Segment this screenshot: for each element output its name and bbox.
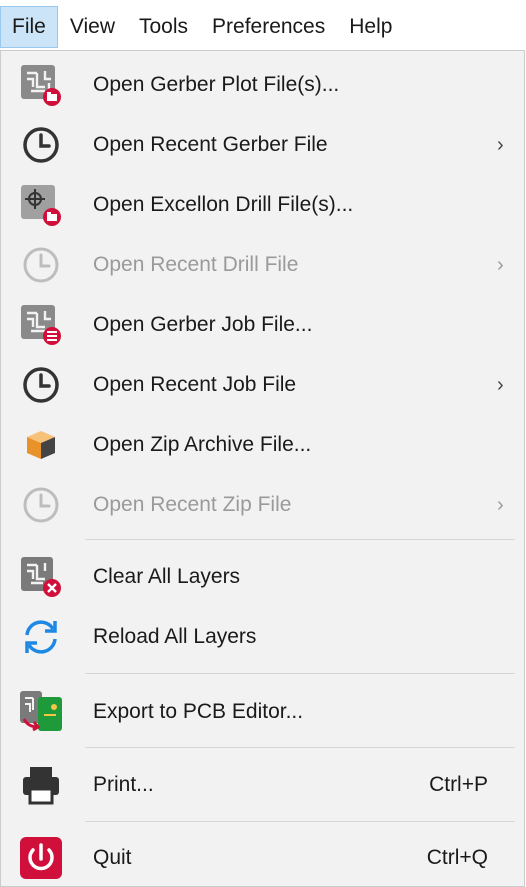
clear-layers-icon bbox=[15, 551, 67, 603]
open-job-icon bbox=[15, 299, 67, 351]
clock-icon bbox=[15, 239, 67, 291]
file-menu-dropdown: Open Gerber Plot File(s)... Open Recent … bbox=[0, 50, 525, 887]
menu-separator bbox=[85, 821, 515, 822]
clock-icon bbox=[15, 479, 67, 531]
clock-icon bbox=[15, 119, 67, 171]
menu-item-recent-zip: Open Recent Zip File › bbox=[1, 477, 524, 533]
menu-item-recent-gerber[interactable]: Open Recent Gerber File › bbox=[1, 117, 524, 173]
menu-item-export-pcb[interactable]: Export to PCB Editor... bbox=[1, 683, 524, 741]
menu-separator bbox=[85, 673, 515, 674]
menu-item-label: Reload All Layers bbox=[93, 625, 257, 648]
submenu-arrow-icon: › bbox=[497, 373, 504, 396]
menu-separator bbox=[85, 539, 515, 540]
menu-item-label: Clear All Layers bbox=[93, 565, 241, 588]
menu-item-open-zip[interactable]: Open Zip Archive File... bbox=[1, 417, 524, 473]
menu-item-reload-layers[interactable]: Reload All Layers bbox=[1, 609, 524, 665]
menu-preferences[interactable]: Preferences bbox=[200, 6, 337, 48]
shortcut-label: Ctrl+P bbox=[429, 773, 488, 796]
zip-archive-icon bbox=[15, 419, 67, 471]
menu-help[interactable]: Help bbox=[337, 6, 404, 48]
printer-icon bbox=[15, 759, 67, 811]
menu-item-clear-layers[interactable]: Clear All Layers bbox=[1, 549, 524, 605]
menu-item-label: Open Recent Zip File bbox=[93, 493, 292, 516]
menu-item-open-job[interactable]: Open Gerber Job File... bbox=[1, 297, 524, 353]
menu-item-label: Open Gerber Job File... bbox=[93, 313, 313, 336]
submenu-arrow-icon: › bbox=[497, 493, 504, 516]
menu-item-label: Open Gerber Plot File(s)... bbox=[93, 73, 340, 96]
open-drill-icon bbox=[15, 179, 67, 231]
menu-item-label: Open Recent Job File bbox=[93, 373, 297, 396]
menu-item-label: Export to PCB Editor... bbox=[93, 700, 304, 723]
menu-item-label: Print... bbox=[93, 773, 154, 796]
menu-item-label: Open Recent Drill File bbox=[93, 253, 299, 276]
submenu-arrow-icon: › bbox=[497, 133, 504, 156]
menu-bar: File View Tools Preferences Help bbox=[0, 0, 526, 52]
menu-tools[interactable]: Tools bbox=[127, 6, 200, 48]
menu-item-label: Quit bbox=[93, 846, 132, 869]
menu-item-label: Open Excellon Drill File(s)... bbox=[93, 193, 354, 216]
power-icon bbox=[15, 832, 67, 884]
menu-view[interactable]: View bbox=[58, 6, 127, 48]
submenu-arrow-icon: › bbox=[497, 253, 504, 276]
menu-item-recent-drill: Open Recent Drill File › bbox=[1, 237, 524, 293]
open-gerber-icon bbox=[15, 59, 67, 111]
menu-item-label: Open Recent Gerber File bbox=[93, 133, 328, 156]
menu-item-quit[interactable]: Quit Ctrl+Q bbox=[1, 829, 524, 887]
menu-item-label: Open Zip Archive File... bbox=[93, 433, 312, 456]
shortcut-label: Ctrl+Q bbox=[426, 846, 488, 869]
menu-item-print[interactable]: Print... Ctrl+P bbox=[1, 757, 524, 813]
menu-item-open-drill[interactable]: Open Excellon Drill File(s)... bbox=[1, 177, 524, 233]
export-pcb-icon bbox=[15, 686, 67, 738]
menu-item-recent-job[interactable]: Open Recent Job File › bbox=[1, 357, 524, 413]
menu-file[interactable]: File bbox=[0, 6, 58, 48]
menu-separator bbox=[85, 747, 515, 748]
reload-icon bbox=[15, 611, 67, 663]
clock-icon bbox=[15, 359, 67, 411]
menu-item-open-gerber[interactable]: Open Gerber Plot File(s)... bbox=[1, 57, 524, 113]
